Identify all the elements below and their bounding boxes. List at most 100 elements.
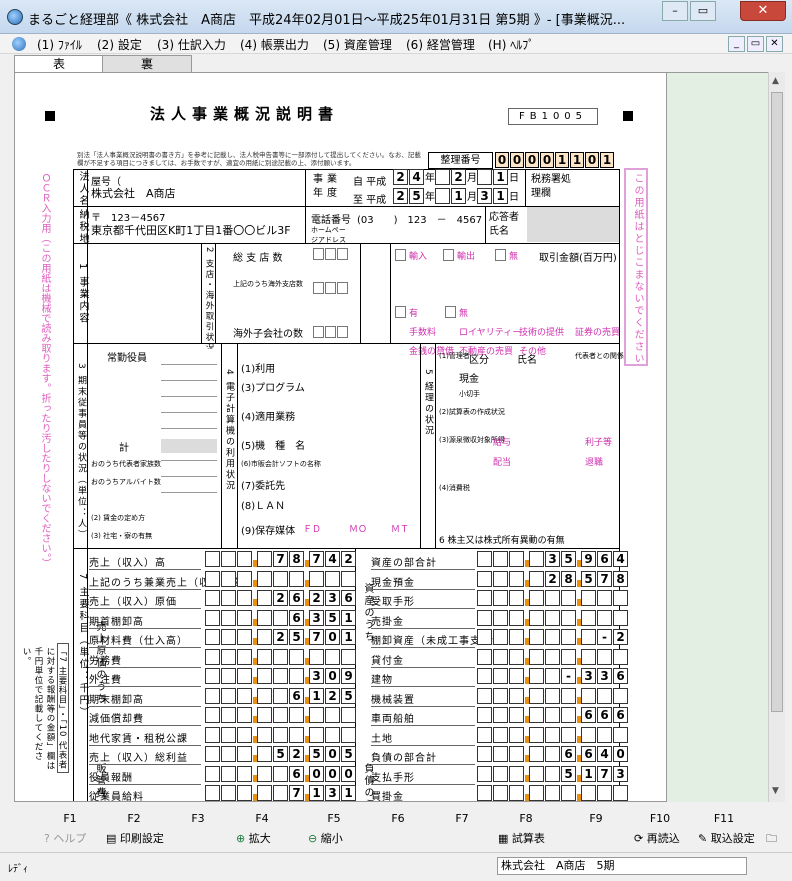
amount-field[interactable] <box>477 590 629 606</box>
amount-field[interactable]: 6640 <box>477 746 629 762</box>
company-name[interactable]: 株式会社 A商店 <box>91 185 176 201</box>
scroll-up-icon[interactable]: ▲ <box>772 76 779 86</box>
print-settings-button[interactable]: ▤ 印刷設定 <box>106 830 164 846</box>
digit: 3 <box>597 668 612 684</box>
section7-label: 7 主要科目（単位：千円） <box>77 573 88 719</box>
amount-field[interactable]: -2 <box>477 629 629 645</box>
to-date[interactable]: 25年1月31日 <box>393 188 519 204</box>
help-button[interactable]: ? ヘルプ <box>44 830 86 846</box>
digit: 1 <box>341 785 356 801</box>
menu-help[interactable]: (H) ﾍﾙﾌﾟ <box>488 36 534 53</box>
mdi-close-button[interactable]: ✕ <box>766 36 783 52</box>
account-label: 売上（収入）原価 <box>89 593 201 609</box>
nashi-label: 無 <box>459 309 469 319</box>
digit <box>341 648 356 665</box>
digit: 3 <box>325 590 340 606</box>
digit <box>561 707 576 723</box>
outousha-field[interactable] <box>527 207 619 242</box>
zoom-in-button[interactable]: ⊕ 拡大 <box>236 830 271 846</box>
digit: 6 <box>289 590 304 606</box>
input-cell[interactable] <box>313 282 324 294</box>
amount-field[interactable]: -336 <box>477 668 629 684</box>
amount-field[interactable] <box>477 687 629 704</box>
checkbox[interactable] <box>395 249 406 261</box>
amount-field[interactable]: 35964 <box>477 551 629 567</box>
from-date[interactable]: 24年2月1日 <box>393 169 519 185</box>
amount-field[interactable]: 5173 <box>477 765 629 782</box>
mdi-minimize-button[interactable]: _ <box>728 36 745 52</box>
amount-field[interactable]: 6125 <box>205 687 357 704</box>
import-settings-button[interactable]: ✎ 取込設定 <box>698 830 755 846</box>
amount-field[interactable] <box>205 707 357 723</box>
amount-field[interactable]: 78742 <box>205 551 357 567</box>
input-cell[interactable] <box>337 326 348 338</box>
amount-field[interactable]: 26236 <box>205 590 357 606</box>
digit <box>509 629 524 645</box>
checkbox[interactable] <box>395 306 406 318</box>
tab-back[interactable]: 裏 <box>102 55 192 73</box>
menu-file[interactable]: (1) ﾌｧｲﾙ <box>37 36 82 53</box>
scroll-thumb[interactable] <box>771 92 783 712</box>
amount-field[interactable] <box>477 785 629 801</box>
amount-field[interactable]: 28578 <box>477 570 629 587</box>
no-staple-note: この用紙はとじこまないでください <box>632 173 643 365</box>
tab-front[interactable]: 表 <box>14 55 104 73</box>
pink-item: 退職 <box>585 458 604 468</box>
zoom-out-button[interactable]: ⊖ 縮小 <box>308 830 343 846</box>
input-cell[interactable] <box>325 282 336 294</box>
seiri-number[interactable]: 00001101 <box>495 152 615 169</box>
checkbox[interactable] <box>445 306 456 318</box>
checkbox[interactable] <box>495 249 506 261</box>
trial-balance-button[interactable]: ▦ 試算表 <box>498 830 545 846</box>
document-icon[interactable] <box>12 37 26 51</box>
amount-field[interactable]: 25701 <box>205 629 357 645</box>
input-cell[interactable] <box>337 282 348 294</box>
amount-field[interactable]: 309 <box>205 668 357 684</box>
checkbox[interactable] <box>443 249 454 261</box>
digit <box>257 785 272 801</box>
amount-field[interactable] <box>205 726 357 743</box>
digit <box>477 551 492 567</box>
digit: 5 <box>561 765 576 782</box>
menu-reports[interactable]: (4) 帳票出力 <box>240 36 309 53</box>
amount-field[interactable] <box>477 648 629 665</box>
amount-field[interactable]: 7131 <box>205 785 357 801</box>
vertical-scrollbar[interactable]: ▲ ▼ <box>768 72 785 802</box>
input-cell[interactable] <box>313 326 324 338</box>
scroll-down-icon[interactable]: ▼ <box>772 786 779 796</box>
folder-button[interactable]: 🗀 <box>766 830 777 849</box>
reload-button[interactable]: ⟳ 再読込 <box>634 830 680 846</box>
digit <box>477 765 492 782</box>
digit <box>273 726 288 743</box>
menu-settings[interactable]: (2) 設定 <box>97 36 142 53</box>
digit <box>509 668 524 684</box>
amount-field[interactable] <box>205 648 357 665</box>
amount-field[interactable]: 52505 <box>205 746 357 762</box>
menu-assets[interactable]: (5) 資産管理 <box>323 36 392 53</box>
input-cell[interactable] <box>325 248 336 260</box>
amount-field[interactable] <box>477 609 629 626</box>
pc-label: (6)市販会計ソフトの名称 <box>241 460 321 468</box>
maximize-button[interactable]: ▭ <box>690 1 716 21</box>
printer-icon: ▤ <box>106 832 117 845</box>
help-icon: ? <box>44 832 50 845</box>
address[interactable]: 東京都千代田区K町1丁目1番〇〇ビル3F <box>91 222 291 238</box>
amount-field[interactable]: 6351 <box>205 609 357 626</box>
amount-field[interactable] <box>205 570 357 587</box>
amount-field[interactable] <box>477 726 629 743</box>
staff-grid[interactable] <box>161 349 217 499</box>
amount-field[interactable]: 6000 <box>205 765 357 782</box>
mdi-restore-button[interactable]: ▭ <box>747 36 764 52</box>
input-cell[interactable] <box>337 248 348 260</box>
digit <box>545 687 560 704</box>
minimize-button[interactable]: – <box>662 1 688 21</box>
menu-journal[interactable]: (3) 仕訳入力 <box>157 36 226 53</box>
input-cell[interactable] <box>325 326 336 338</box>
input-cell[interactable] <box>313 248 324 260</box>
window-title: まるごと経理部《 株式会社 A商店 平成24年02月01日～平成25年01月31… <box>28 13 626 28</box>
amount-field[interactable]: 666 <box>477 707 629 723</box>
close-button[interactable]: ✕ <box>740 1 786 21</box>
tel-value[interactable]: (03 ) 123 － 4567 <box>357 211 482 226</box>
digit <box>341 570 356 587</box>
menu-management[interactable]: (6) 経営管理 <box>406 36 475 53</box>
